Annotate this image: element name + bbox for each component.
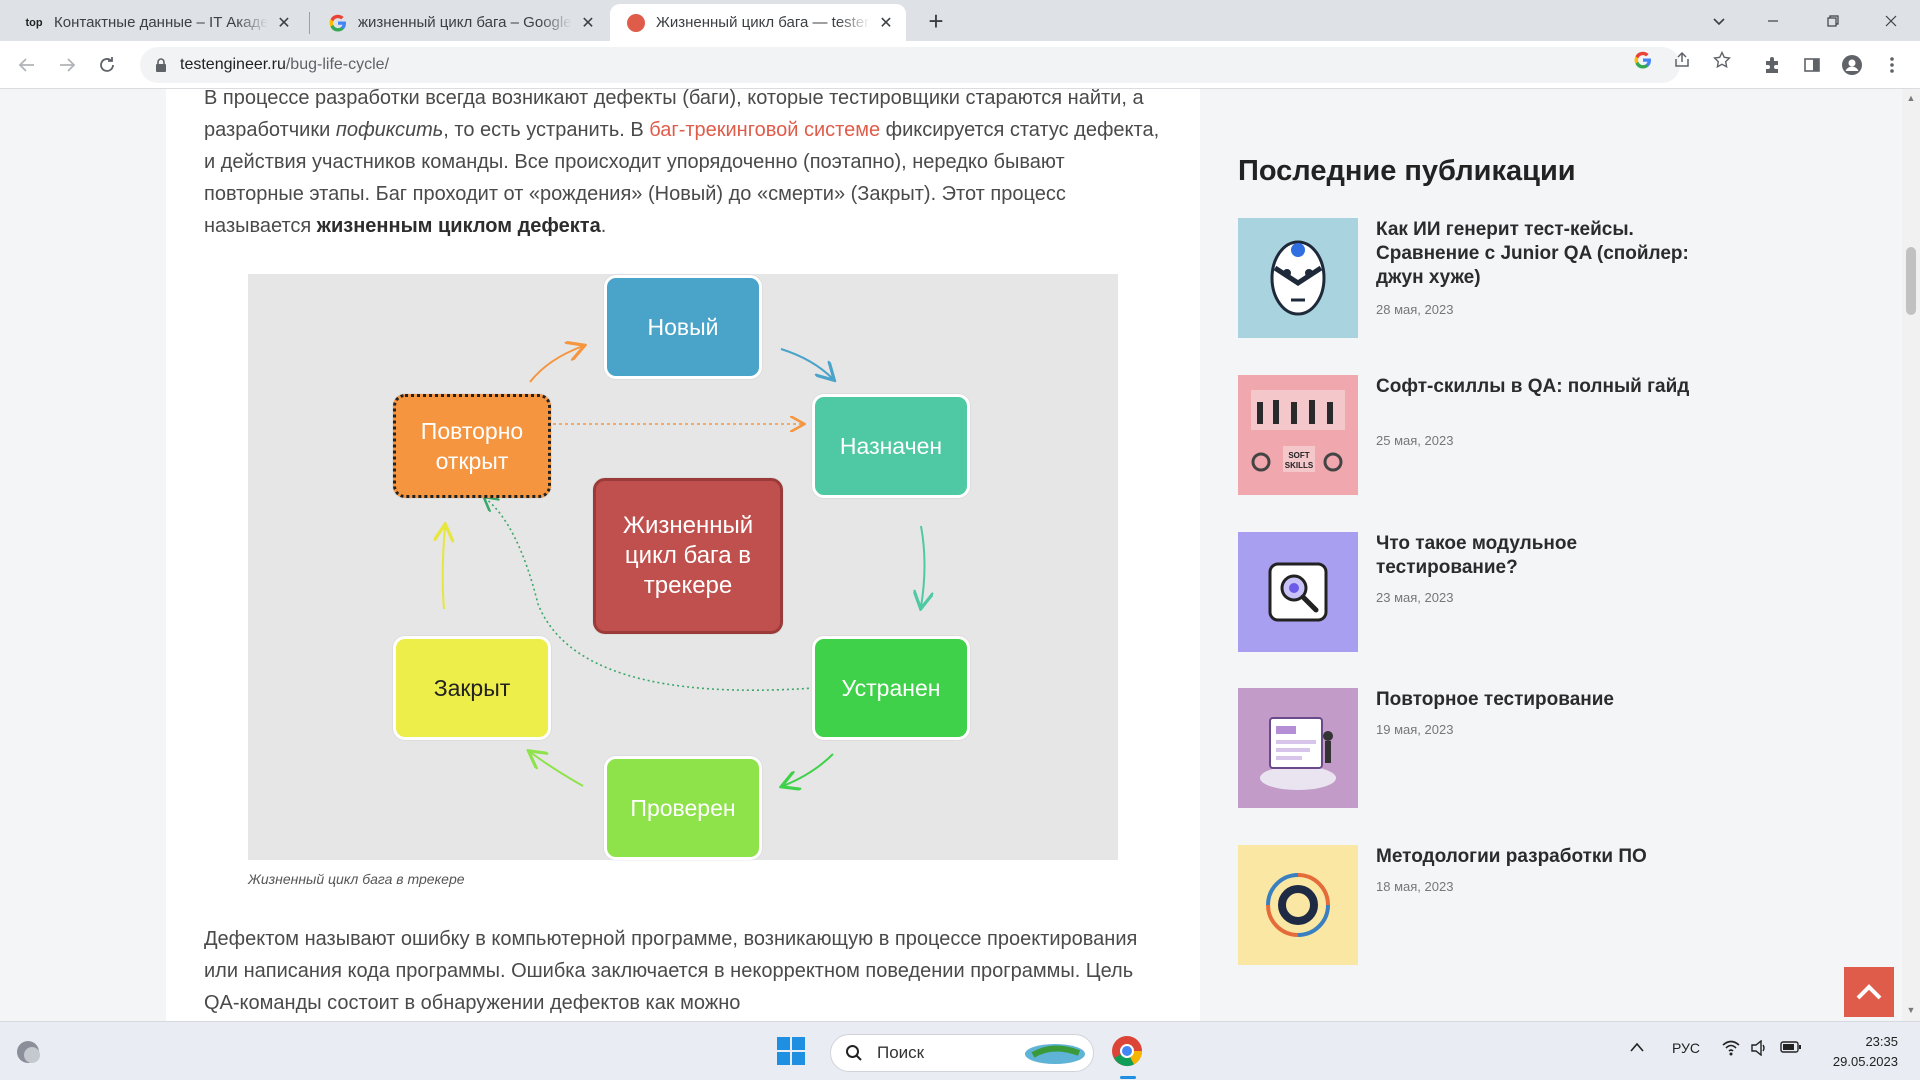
site-favicon xyxy=(626,13,646,33)
search-label: Поиск xyxy=(877,1043,925,1062)
tray-expand-chevron-icon[interactable] xyxy=(1630,1040,1644,1056)
close-icon[interactable]: ✕ xyxy=(578,13,598,33)
search-icon xyxy=(845,1043,865,1063)
node-verified: Проверен xyxy=(604,756,762,860)
menu-dots-icon[interactable] xyxy=(1878,51,1906,79)
close-icon[interactable]: ✕ xyxy=(876,13,896,33)
post-title[interactable]: Методологии разработки ПО xyxy=(1376,845,1736,869)
share-icon[interactable] xyxy=(1672,50,1692,70)
taskbar-search-box[interactable]: Поиск xyxy=(830,1034,1094,1072)
tab-google-search[interactable]: жизненный цикл бага – Google Поиск ✕ xyxy=(312,4,608,41)
url-text: testengineer.ru/bug-life-cycle/ xyxy=(180,56,390,73)
minimize-button[interactable] xyxy=(1750,0,1796,41)
tab-search-chevron-icon[interactable] xyxy=(1696,0,1742,41)
svg-text:SKILLS: SKILLS xyxy=(1285,461,1314,470)
wifi-icon[interactable] xyxy=(1722,1040,1740,1059)
bug-lifecycle-diagram: Новый Назначен Устранен Проверен Закрыт … xyxy=(248,274,1118,860)
google-favicon xyxy=(328,13,348,33)
scroll-to-top-button[interactable] xyxy=(1844,967,1894,1017)
node-assigned: Назначен xyxy=(812,394,970,498)
profile-avatar-icon[interactable] xyxy=(1838,51,1866,79)
post-title[interactable]: Как ИИ генерит тест-кейсы. Сравнение с J… xyxy=(1376,218,1696,290)
node-center-title: Жизненный цикл бага в трекере xyxy=(593,478,783,634)
top-academy-favicon: top xyxy=(25,16,43,29)
post-title[interactable]: Софт-скиллы в QA: полный гайд xyxy=(1376,375,1696,399)
address-bar[interactable]: testengineer.ru/bug-life-cycle/ xyxy=(140,47,1680,83)
page-viewport: В процессе разработки всегда возникают д… xyxy=(0,89,1902,1021)
extensions-puzzle-icon[interactable] xyxy=(1758,51,1786,79)
reload-icon[interactable] xyxy=(92,50,122,80)
recent-post-item[interactable]: Повторное тестирование 19 мая, 2023 xyxy=(1238,688,1838,808)
node-reopened: Повторно открыт xyxy=(393,394,551,498)
browser-toolbar: testengineer.ru/bug-life-cycle/ xyxy=(0,41,1920,89)
input-language[interactable]: РУС xyxy=(1672,1040,1700,1056)
figure-caption: Жизненный цикл бага в трекере xyxy=(248,871,465,887)
post-date: 19 мая, 2023 xyxy=(1376,722,1454,737)
robot-icon[interactable] xyxy=(1238,218,1358,338)
magnifier-icon[interactable] xyxy=(1238,532,1358,652)
recent-posts-heading: Последние публикации xyxy=(1238,155,1576,187)
windows-taskbar: Поиск РУС 23:35 29.05.2023 xyxy=(0,1021,1920,1080)
recent-post-item[interactable]: SOFT SKILLS Софт-скиллы в QA: полный гайд… xyxy=(1238,375,1838,495)
article-content: В процессе разработки всегда возникают д… xyxy=(166,89,1200,1021)
windows-start-icon[interactable] xyxy=(776,1036,808,1068)
close-icon[interactable]: ✕ xyxy=(274,13,294,33)
chevron-up-icon xyxy=(1856,984,1882,1000)
restore-button[interactable] xyxy=(1810,0,1856,41)
tab-testengineer[interactable]: Жизненный цикл бага — testengineer ✕ xyxy=(610,4,906,41)
google-lens-icon[interactable] xyxy=(1633,50,1653,70)
lock-icon[interactable] xyxy=(152,56,170,74)
battery-icon[interactable] xyxy=(1780,1040,1802,1057)
clock-date: 29.05.2023 xyxy=(1832,1054,1898,1069)
bookmark-star-icon[interactable] xyxy=(1712,50,1732,70)
svg-text:SOFT: SOFT xyxy=(1288,451,1309,460)
post-date: 23 мая, 2023 xyxy=(1376,590,1454,605)
tab-title: жизненный цикл бага – Google Поиск xyxy=(358,14,572,31)
post-date: 25 мая, 2023 xyxy=(1376,433,1454,448)
recent-post-item[interactable]: Что такое модульное тестирование? 23 мая… xyxy=(1238,532,1838,652)
recent-post-item[interactable]: Как ИИ генерит тест-кейсы. Сравнение с J… xyxy=(1238,218,1838,338)
side-panel-icon[interactable] xyxy=(1798,51,1826,79)
scroll-up-icon[interactable]: ▲ xyxy=(1906,93,1916,103)
page-scrollbar[interactable]: ▲ ▼ xyxy=(1902,89,1920,1021)
post-date: 28 мая, 2023 xyxy=(1376,302,1454,317)
chrome-taskbar-icon[interactable] xyxy=(1110,1034,1146,1079)
sidebar: Последние публикации Как ИИ генерит тест… xyxy=(1200,89,1902,1021)
scroll-down-icon[interactable]: ▼ xyxy=(1906,1005,1916,1015)
tab-title: Контактные данные – IT Академия xyxy=(54,14,268,31)
post-title[interactable]: Что такое модульное тестирование? xyxy=(1376,532,1696,580)
recent-post-item[interactable]: Методологии разработки ПО 18 мая, 2023 xyxy=(1238,845,1838,965)
node-closed: Закрыт xyxy=(393,636,551,740)
intro-paragraph: В процессе разработки всегда возникают д… xyxy=(204,89,1160,237)
dashboard-icon[interactable] xyxy=(1238,688,1358,808)
node-fixed: Устранен xyxy=(812,636,970,740)
cycle-icon[interactable] xyxy=(1238,845,1358,965)
forward-arrow-icon[interactable] xyxy=(52,50,82,80)
new-tab-button[interactable]: + xyxy=(922,8,950,36)
tab-strip: top Контактные данные – IT Академия ✕ жи… xyxy=(0,0,1920,41)
weather-widget-icon[interactable] xyxy=(14,1038,42,1066)
post-date: 18 мая, 2023 xyxy=(1376,879,1454,894)
taskbar-clock[interactable]: 23:35 29.05.2023 xyxy=(1822,1032,1898,1072)
tab-top-academy[interactable]: top Контактные данные – IT Академия ✕ xyxy=(8,4,304,41)
post-title[interactable]: Повторное тестирование xyxy=(1376,688,1696,712)
back-arrow-icon[interactable] xyxy=(12,50,42,80)
tab-title: Жизненный цикл бага — testengineer xyxy=(656,14,870,31)
close-window-button[interactable] xyxy=(1868,0,1914,41)
scrollbar-thumb[interactable] xyxy=(1906,247,1916,315)
definition-paragraph: Дефектом называют ошибку в компьютерной … xyxy=(204,928,1138,1014)
node-new: Новый xyxy=(604,275,762,379)
search-highlight-icon xyxy=(1023,1041,1087,1067)
bug-tracker-link[interactable]: баг-трекинговой системе xyxy=(649,119,880,141)
soft-skills-icon[interactable]: SOFT SKILLS xyxy=(1238,375,1358,495)
volume-icon[interactable] xyxy=(1750,1039,1768,1059)
clock-time: 23:35 xyxy=(1865,1034,1898,1049)
